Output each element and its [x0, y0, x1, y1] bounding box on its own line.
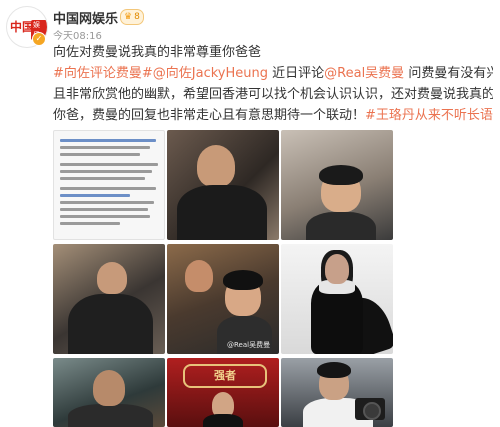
person-body: [177, 185, 267, 240]
photo-thumbnail[interactable]: [281, 358, 393, 427]
person-head: [197, 145, 235, 187]
person-hair: [319, 165, 363, 185]
mention-link[interactable]: @Real吴费曼: [324, 66, 404, 81]
text-line: [60, 153, 140, 156]
text-line: [60, 139, 156, 142]
post-text-segment: 你爸，费曼的回复也非常走心且有意思期待一个联动！: [53, 108, 366, 123]
person-body: [68, 404, 153, 427]
person-head: [185, 260, 213, 292]
post-text-segment: 问费曼有没有兴趣拍戏，并: [408, 66, 493, 81]
text-line: [60, 187, 156, 190]
text-line: [60, 146, 150, 149]
photo-watermark: @Real吴费曼: [227, 341, 271, 349]
verified-icon: ✓: [32, 32, 46, 46]
post-line-4: 你爸，费曼的回复也非常走心且有意思期待一个联动！#王珞丹从来不听长语音#: [53, 105, 493, 126]
post-timestamp[interactable]: 今天08:16: [53, 27, 102, 42]
person-head: [325, 254, 349, 284]
badge-level: 8: [134, 12, 140, 22]
post-line-1: 向佐对费曼说我真的非常尊重你爸爸: [53, 45, 262, 60]
camera-lens: [363, 402, 381, 420]
photo-thumbnail[interactable]: 强者: [167, 358, 279, 427]
post-text: 向佐对费曼说我真的非常尊重你爸爸 #向佐评论费曼#@向佐JackyHeung 近…: [53, 42, 493, 126]
post-line-3: 且非常欣赏他的幽默，希望回香港可以找个机会认识认识，还对费曼说我真的非常尊重: [53, 87, 493, 102]
post-header: 中国网 娱乐 ✓ 中国网娱乐 ♛8 今天08:16: [0, 0, 500, 48]
account-name[interactable]: 中国网娱乐: [53, 8, 118, 27]
member-badge[interactable]: ♛ 8: [120, 9, 144, 25]
person-head: [93, 370, 125, 406]
person-body: [306, 212, 376, 240]
photo-grid: @Real吴费曼 强者: [53, 130, 393, 427]
text-line: [60, 170, 152, 173]
post-text-segment: 近日评论: [268, 66, 325, 81]
photo-thumbnail-screenshot[interactable]: [53, 130, 165, 240]
text-line: [60, 177, 145, 180]
post-line-2: #向佐评论费曼#@向佐JackyHeung 近日评论@Real吴费曼 问费曼有没…: [53, 63, 493, 84]
photo-thumbnail[interactable]: [281, 130, 393, 240]
hashtag-link[interactable]: #向佐评论费曼#: [53, 66, 153, 81]
photo-thumbnail[interactable]: [167, 130, 279, 240]
text-line: [60, 215, 150, 218]
text-line: [60, 163, 158, 166]
hashtag-link[interactable]: #王珞丹从来不听长语音#: [365, 108, 493, 123]
stage-sign: 强者: [183, 364, 267, 388]
text-line: [60, 208, 148, 211]
person-body: [203, 414, 243, 427]
person-head: [97, 262, 127, 294]
photo-thumbnail[interactable]: @Real吴费曼: [167, 244, 279, 354]
text-line: [60, 222, 120, 225]
text-line: [60, 201, 154, 204]
crown-icon: ♛: [124, 12, 133, 22]
mention-link[interactable]: @向佐JackyHeung: [153, 66, 268, 81]
photo-thumbnail[interactable]: [53, 358, 165, 427]
person-body: [68, 294, 153, 354]
person-hair: [223, 270, 263, 290]
text-line: [60, 194, 130, 197]
person-hair: [317, 362, 351, 378]
photo-thumbnail[interactable]: [53, 244, 165, 354]
photo-thumbnail[interactable]: [281, 244, 393, 354]
